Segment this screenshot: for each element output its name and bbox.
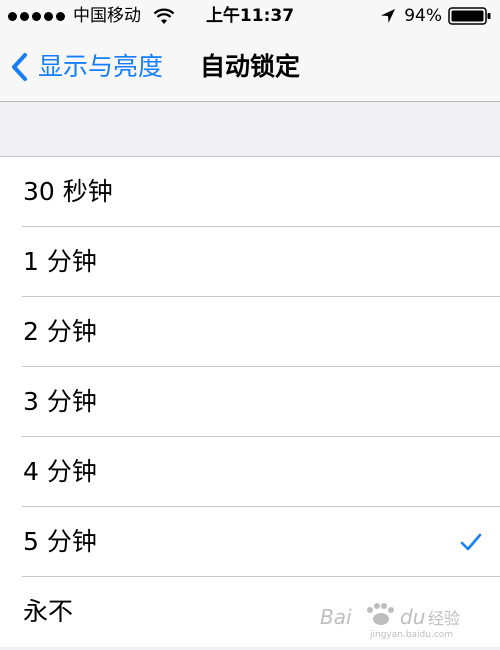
svg-text:du: du [400, 605, 425, 629]
battery-icon [448, 7, 491, 25]
battery-percent: 94% [404, 6, 442, 26]
option-label: 永不 [23, 597, 74, 626]
location-icon [381, 9, 396, 23]
chevron-left-icon [12, 53, 27, 81]
option-label: 30 秒钟 [23, 177, 113, 206]
option-label: 1 分钟 [23, 247, 97, 276]
status-bar: 中国移动 上午11:37 94% [0, 0, 500, 32]
status-right: 94% [380, 6, 492, 26]
svg-text:Bai: Bai [320, 605, 352, 629]
option-label: 2 分钟 [23, 317, 97, 346]
option-row-5-minutes[interactable]: 5 分钟 [0, 507, 500, 577]
navigation-bar: 显示与亮度 自动锁定 [0, 32, 500, 102]
option-row-30-seconds[interactable]: 30 秒钟 [0, 157, 500, 227]
page-title: 自动锁定 [200, 52, 301, 81]
option-label: 5 分钟 [23, 527, 97, 556]
svg-text:经验: 经验 [428, 609, 460, 628]
option-row-2-minutes[interactable]: 2 分钟 [0, 297, 500, 367]
option-label: 4 分钟 [23, 457, 97, 486]
baidu-watermark-logo: Bai du 经验 jingyan.baidu.com [320, 603, 460, 640]
option-row-4-minutes[interactable]: 4 分钟 [0, 437, 500, 507]
option-label: 3 分钟 [23, 387, 97, 416]
auto-lock-options-list: 30 秒钟 1 分钟 2 分钟 3 分钟 4 分钟 5 分钟 永不 [0, 156, 500, 647]
back-button-label: 显示与亮度 [38, 52, 164, 81]
option-row-1-minute[interactable]: 1 分钟 [0, 227, 500, 297]
option-row-3-minutes[interactable]: 3 分钟 [0, 367, 500, 437]
back-button[interactable]: 显示与亮度 [10, 50, 163, 84]
section-spacer [0, 102, 500, 156]
svg-text:jingyan.baidu.com: jingyan.baidu.com [369, 630, 453, 640]
checkmark-icon [460, 533, 482, 551]
